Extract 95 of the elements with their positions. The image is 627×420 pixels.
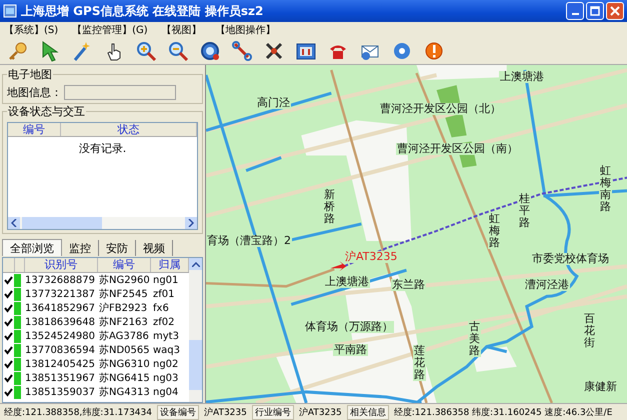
place-label: 平南路 [333,344,368,356]
road-label: 百花街 [583,313,596,350]
minimize-icon [572,13,578,15]
menu-item[interactable]: 【系统】(S) [4,23,58,37]
table-cell-text: 13773221387 [24,288,96,300]
tools-icon [263,40,285,62]
group-title: 设备状态与交互 [7,104,86,119]
map-drawing[interactable] [206,65,627,403]
road-label: 新桥路 [323,189,336,226]
minimize-button[interactable] [566,2,584,20]
table-cell-text: 苏NF2545 [98,288,149,301]
column-header[interactable]: 识别号 [25,258,98,272]
table-cell-text: 苏NF2163 [98,316,149,329]
place-label: 高门泾 [256,97,291,109]
tab[interactable]: 监控 [62,240,99,256]
stop-icon [423,40,445,62]
checkbox[interactable] [4,290,13,298]
column-header[interactable]: 状态 [61,123,197,136]
place-label: 漕河泾港 [524,279,570,291]
table-cell-text: 13851359037 [24,386,96,398]
zoom-in-icon [135,40,157,62]
road-label: 虹梅南路 [599,165,612,214]
checkbox[interactable] [4,332,13,340]
place-label: 康健新 [583,381,618,393]
place-label: 上澳塘港 [324,276,370,288]
place-label: 体育场（万源路） [304,321,394,333]
table-cell-text: 13770836594 [24,344,96,356]
checkbox[interactable] [4,388,13,396]
checkbox[interactable] [4,304,13,312]
menu-item[interactable]: 【地图操作】 [216,23,276,37]
status-label: 设备编号 [157,404,199,420]
column-header[interactable]: 编号 [8,123,61,136]
table-cell-text: fx6 [152,302,170,314]
status-value: 经度:121.386358 纬度:31.160245 速度:46.3公里/E [392,406,614,418]
table-cell-text: myt3 [152,330,180,342]
place-label: 曹河泾开发区公园（北） [379,103,502,115]
road-label: 古美路 [468,321,481,358]
table-cell-text: zf01 [152,288,176,300]
road-label: 桂平路 [518,193,531,230]
table-cell-text: waq3 [152,344,182,356]
place-label: 上澳塘港 [499,71,545,83]
table-cell-text: 苏AG3786 [98,330,150,343]
menu-item[interactable]: 【监控管理】(G) [72,23,148,37]
tab[interactable]: 安防 [99,240,136,256]
zoom-out-icon [167,40,189,62]
menu-item[interactable]: 【视图】 [162,23,202,37]
group-title: 电子地图 [7,67,53,82]
maximize-icon [590,6,600,16]
status-value: 沪AT3235 [298,406,343,418]
tab[interactable]: 全部浏览 [2,239,62,256]
table-cell-text: 13641852967 [24,302,96,314]
status-value: 经度:121.388358,纬度:31.173434 [3,406,153,418]
checkbox[interactable] [4,346,13,354]
table-cell-text: zf02 [152,316,176,328]
tab[interactable]: 视频 [136,240,173,256]
table-cell-text: 苏ND0565 [98,344,151,357]
field-label: 地图信息： [7,85,62,100]
maximize-button[interactable] [586,2,604,20]
vertical-scrollbar[interactable] [189,258,202,402]
status-value: 沪AT3235 [203,406,248,418]
empty-message: 没有记录. [78,142,126,155]
table-cell-text: 13732688879 [24,274,96,286]
checkbox[interactable] [4,374,13,382]
window-title: 上海思增 GPS信息系统 在线登陆 操作员sz2 [21,2,264,20]
place-label: 育场（漕宝路）2 [206,235,292,247]
app-icon [3,4,17,18]
place-label: 东兰路 [391,279,426,291]
wrench-icon [231,40,253,62]
key-icon [7,40,29,62]
checkbox[interactable] [4,276,13,284]
table-cell-text: 苏NG6415 [98,372,151,385]
table-cell-text: ng01 [152,274,180,286]
table-cell-text: 13851351967 [24,372,96,384]
table-cell-text: 苏NG4313 [98,386,151,399]
checkbox[interactable] [4,360,13,368]
table-cell-text: 13812405425 [24,358,96,370]
table-cell-text: 沪FB2923 [98,302,148,315]
table-cell-text: ng02 [152,358,180,370]
place-label: 市委党校体育场 [531,253,610,265]
close-icon [610,6,620,16]
checkbox[interactable] [4,318,13,326]
table-cell-text: 苏NG6310 [98,358,151,371]
status-label: 相关信息 [346,404,389,420]
vehicle-label: 沪AT3235 [344,251,398,263]
table-cell-text: 13524524980 [24,330,96,342]
table-cell-text: 苏NG2960 [98,274,151,287]
horizontal-scrollbar[interactable] [8,217,197,229]
close-button[interactable] [606,2,624,20]
road-label: 莲花路 [413,345,426,382]
status-label: 行业编号 [252,404,294,420]
column-header[interactable]: 编号 [98,258,151,272]
table-cell-text: ng03 [152,372,180,384]
table-cell-text: 13818639648 [24,316,96,328]
table-cell-text: ng04 [152,386,180,398]
road-label: 虹梅路 [488,213,501,250]
